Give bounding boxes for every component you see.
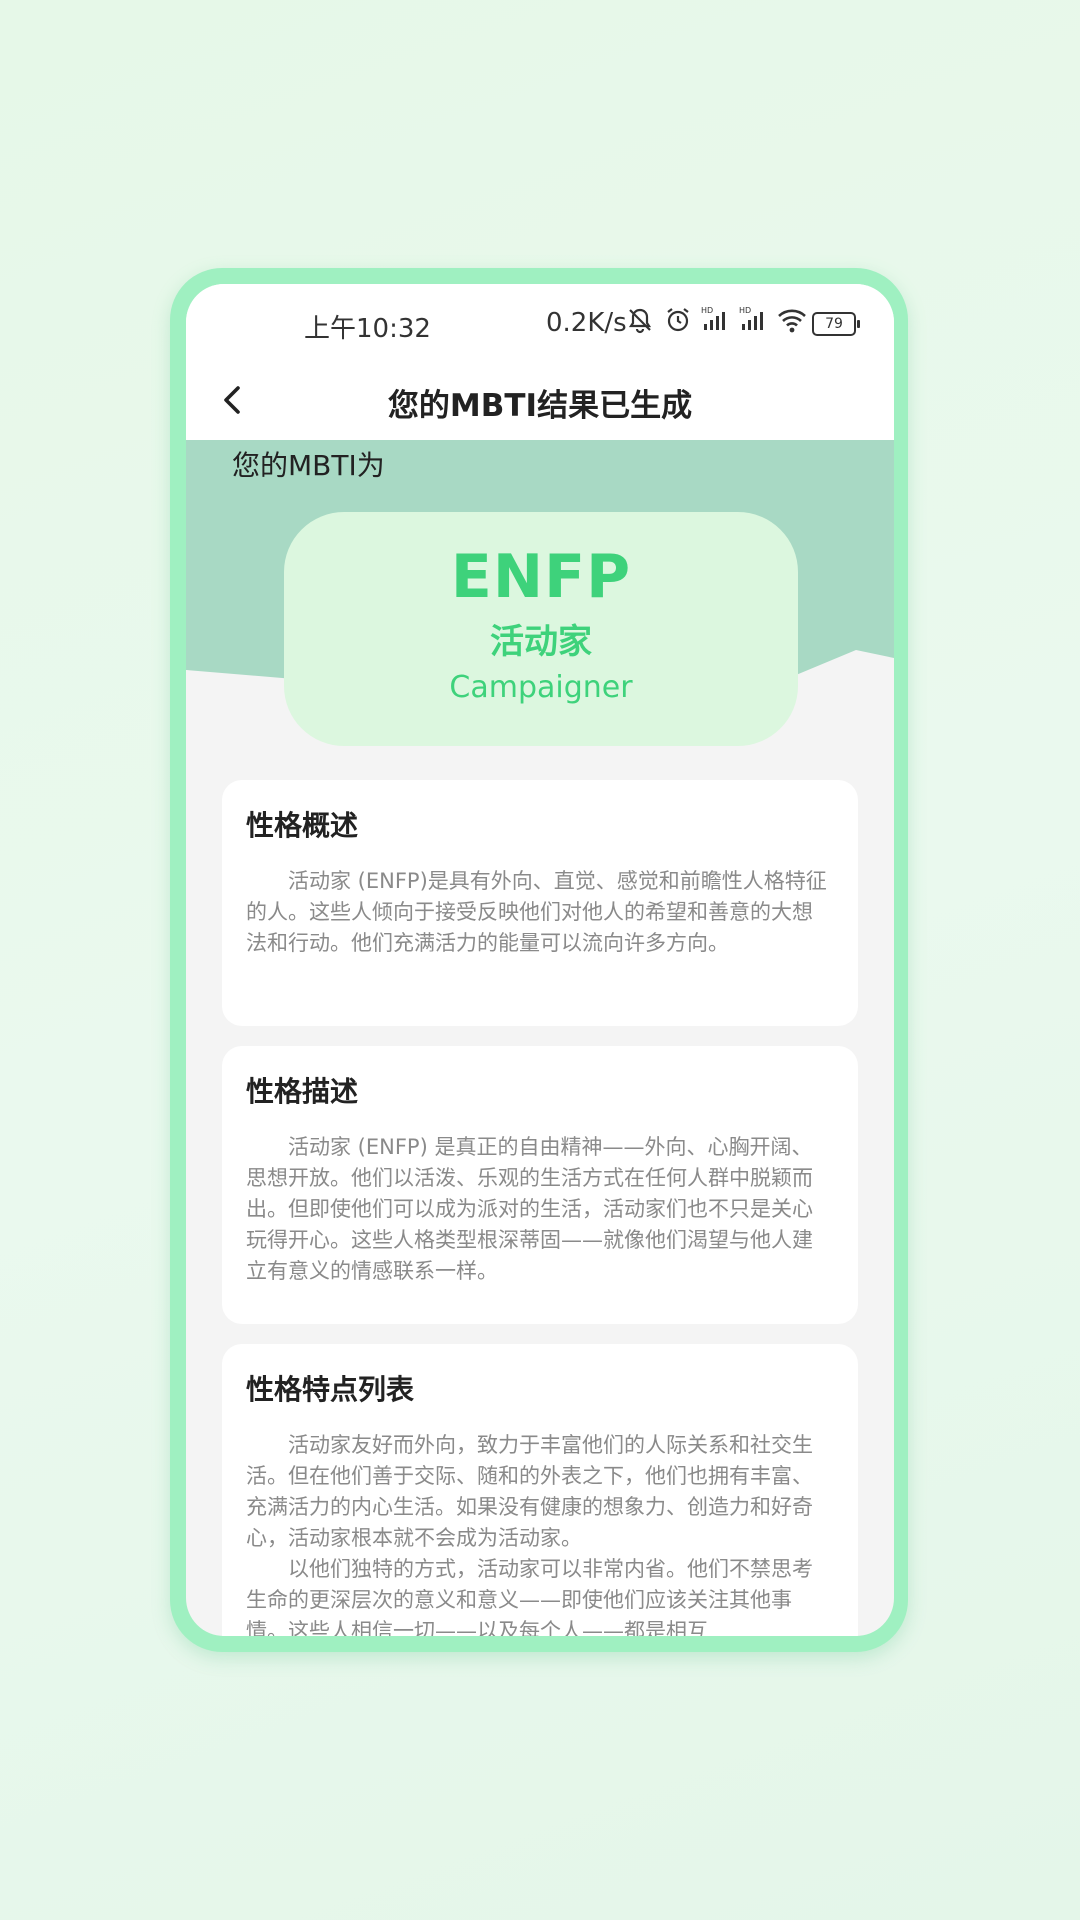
mbti-name-cn: 活动家 [490, 622, 592, 662]
section-body: 活动家友好而外向，致力于丰富他们的人际关系和社交生活。但在他们善于交际、随和的外… [246, 1430, 828, 1636]
status-bar: 上午10:32 0.2K/s HD HD 79 [186, 284, 894, 360]
section-paragraph: 活动家 (ENFP) 是真正的自由精神——外向、心胸开阔、思想开放。他们以活泼、… [246, 1135, 813, 1283]
status-icons: HD HD [624, 304, 808, 336]
section-title: 性格描述 [246, 1075, 359, 1108]
section-title: 性格概述 [246, 809, 359, 842]
section-card-overview: 性格概述 活动家 (ENFP)是具有外向、直觉、感觉和前瞻性人格特征的人。这些人… [222, 780, 858, 1026]
alarm-icon [667, 308, 689, 332]
signal-hd-icon: HD [701, 306, 725, 330]
bell-off-icon [628, 308, 652, 334]
mbti-label: 您的MBTI为 [232, 449, 385, 482]
battery-icon: 79 [812, 312, 860, 336]
wifi-icon [778, 309, 806, 333]
mbti-code: ENFP [450, 542, 632, 612]
phone-screen: 上午10:32 0.2K/s HD HD 79 您的MBTI结果已生成 您的MB… [186, 284, 894, 1636]
section-paragraph: 活动家友好而外向，致力于丰富他们的人际关系和社交生活。但在他们善于交际、随和的外… [246, 1433, 813, 1550]
section-card-description: 性格描述 活动家 (ENFP) 是真正的自由精神——外向、心胸开阔、思想开放。他… [222, 1046, 858, 1324]
mbti-name-en: Campaigner [449, 670, 633, 705]
page-title: 您的MBTI结果已生成 [387, 388, 693, 424]
section-title: 性格特点列表 [246, 1373, 415, 1406]
svg-text:HD: HD [701, 306, 713, 315]
section-card-traits: 性格特点列表 活动家友好而外向，致力于丰富他们的人际关系和社交生活。但在他们善于… [222, 1344, 858, 1636]
nav-bar: 您的MBTI结果已生成 [186, 360, 894, 440]
section-paragraph: 活动家 (ENFP)是具有外向、直觉、感觉和前瞻性人格特征的人。这些人倾向于接受… [246, 869, 827, 955]
network-speed: 0.2K/s [546, 308, 627, 338]
svg-text:HD: HD [739, 306, 751, 315]
section-paragraph: 以他们独特的方式，活动家可以非常内省。他们不禁思考生命的更深层次的意义和意义——… [246, 1557, 813, 1636]
mbti-type-card: ENFP 活动家 Campaigner [284, 512, 798, 746]
section-body: 活动家 (ENFP)是具有外向、直觉、感觉和前瞻性人格特征的人。这些人倾向于接受… [246, 866, 828, 959]
section-body: 活动家 (ENFP) 是真正的自由精神——外向、心胸开阔、思想开放。他们以活泼、… [246, 1132, 828, 1287]
status-time: 上午10:32 [304, 314, 431, 344]
signal-hd-icon: HD [739, 306, 763, 330]
